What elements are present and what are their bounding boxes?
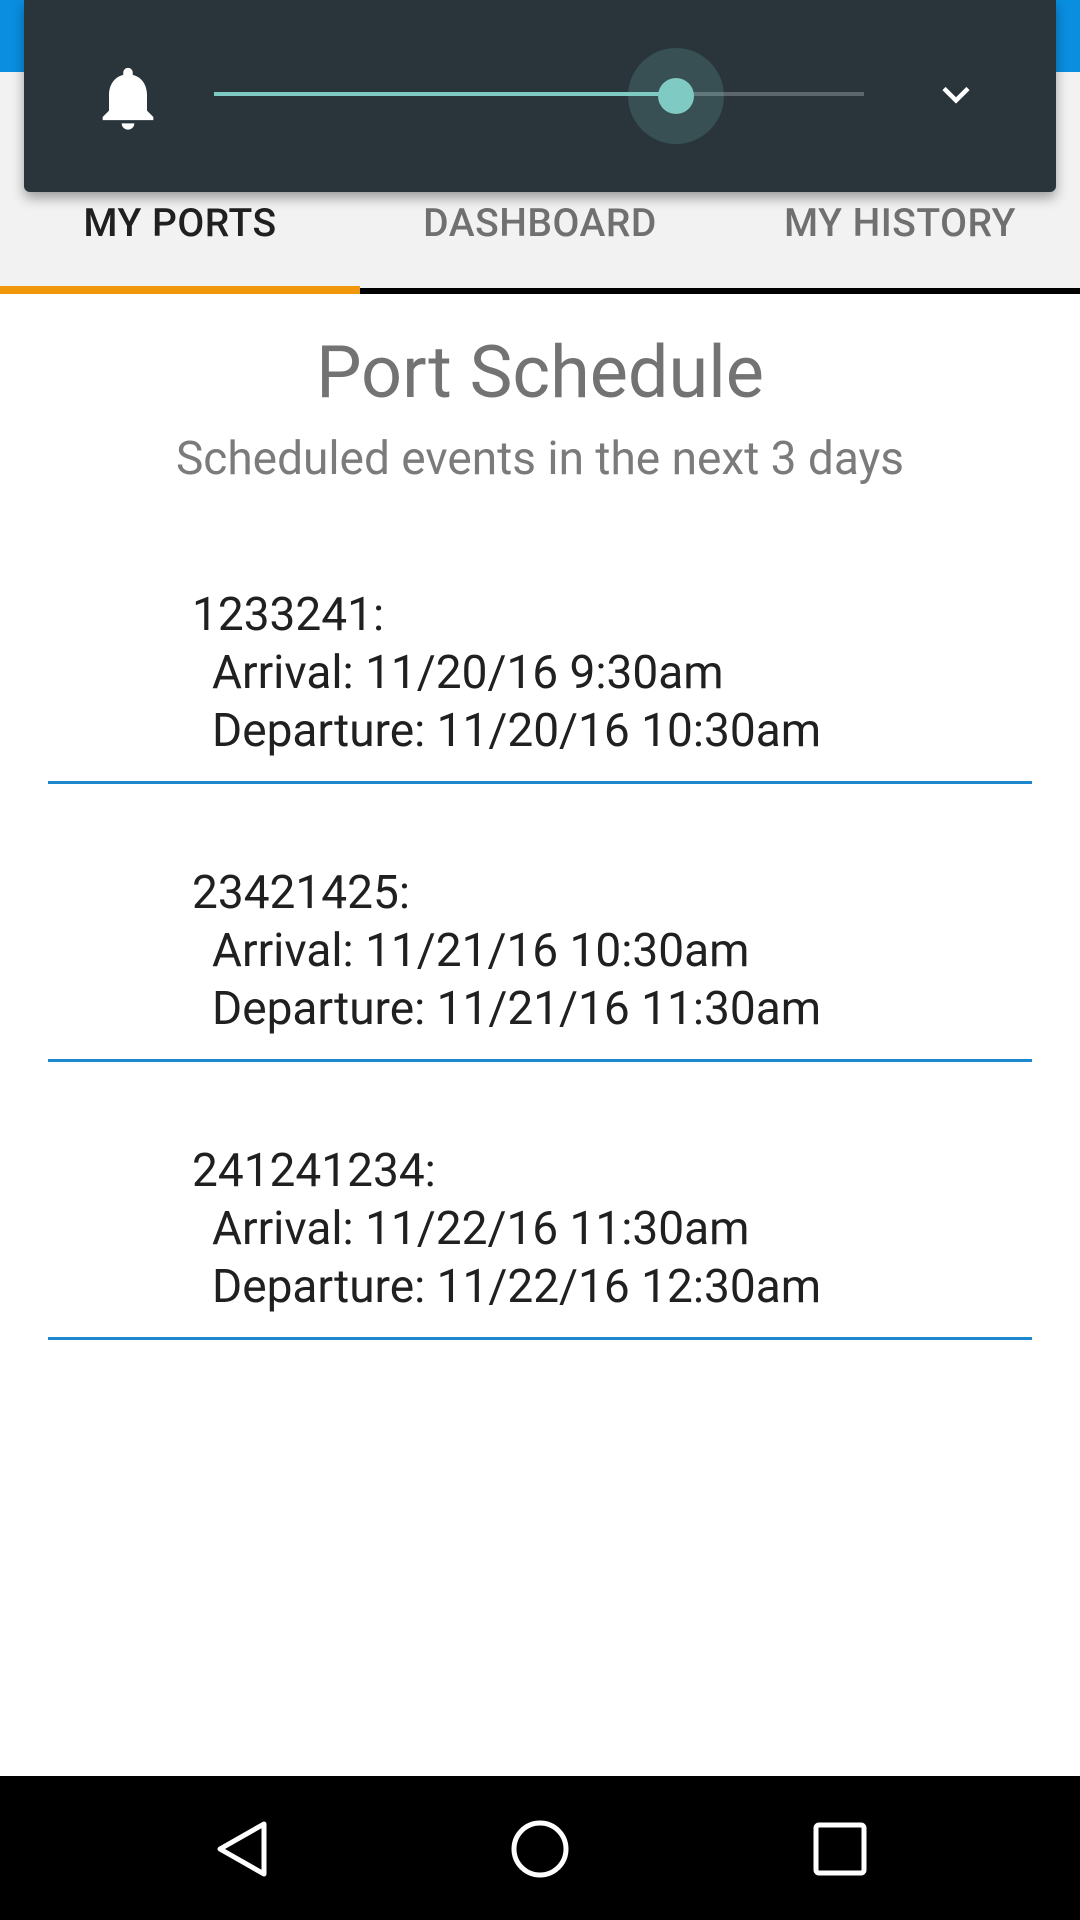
page-title: Port Schedule bbox=[316, 330, 764, 415]
bell-icon[interactable] bbox=[90, 58, 166, 138]
active-tab-indicator bbox=[0, 286, 360, 294]
event-departure: Departure: 11/20/16 10:30am bbox=[212, 704, 822, 758]
event-id: 1233241: bbox=[192, 588, 385, 642]
event-arrival: Arrival: 11/21/16 10:30am bbox=[212, 924, 750, 978]
event-id: 23421425: bbox=[192, 866, 410, 920]
list-item[interactable]: 241241234: Arrival: 11/22/16 11:30am Dep… bbox=[48, 1064, 1032, 1340]
system-nav-bar bbox=[0, 1776, 1080, 1920]
event-id: 241241234: bbox=[192, 1144, 436, 1198]
event-departure: Departure: 11/21/16 11:30am bbox=[212, 982, 822, 1036]
event-arrival: Arrival: 11/22/16 11:30am bbox=[212, 1202, 750, 1256]
event-arrival: Arrival: 11/20/16 9:30am bbox=[212, 646, 724, 700]
volume-panel bbox=[24, 0, 1056, 192]
home-icon[interactable] bbox=[505, 1814, 575, 1884]
list-item[interactable]: 1233241: Arrival: 11/20/16 9:30am Depart… bbox=[48, 508, 1032, 784]
event-departure: Departure: 11/22/16 12:30am bbox=[212, 1260, 822, 1314]
chevron-down-icon[interactable] bbox=[934, 78, 978, 114]
back-icon[interactable] bbox=[206, 1814, 276, 1884]
volume-slider[interactable] bbox=[214, 92, 864, 96]
recents-icon[interactable] bbox=[805, 1814, 875, 1884]
volume-slider-fill bbox=[214, 92, 676, 96]
list-item[interactable]: 23421425: Arrival: 11/21/16 10:30am Depa… bbox=[48, 786, 1032, 1062]
page-subtitle: Scheduled events in the next 3 days bbox=[175, 432, 905, 486]
volume-slider-thumb[interactable] bbox=[657, 78, 694, 114]
